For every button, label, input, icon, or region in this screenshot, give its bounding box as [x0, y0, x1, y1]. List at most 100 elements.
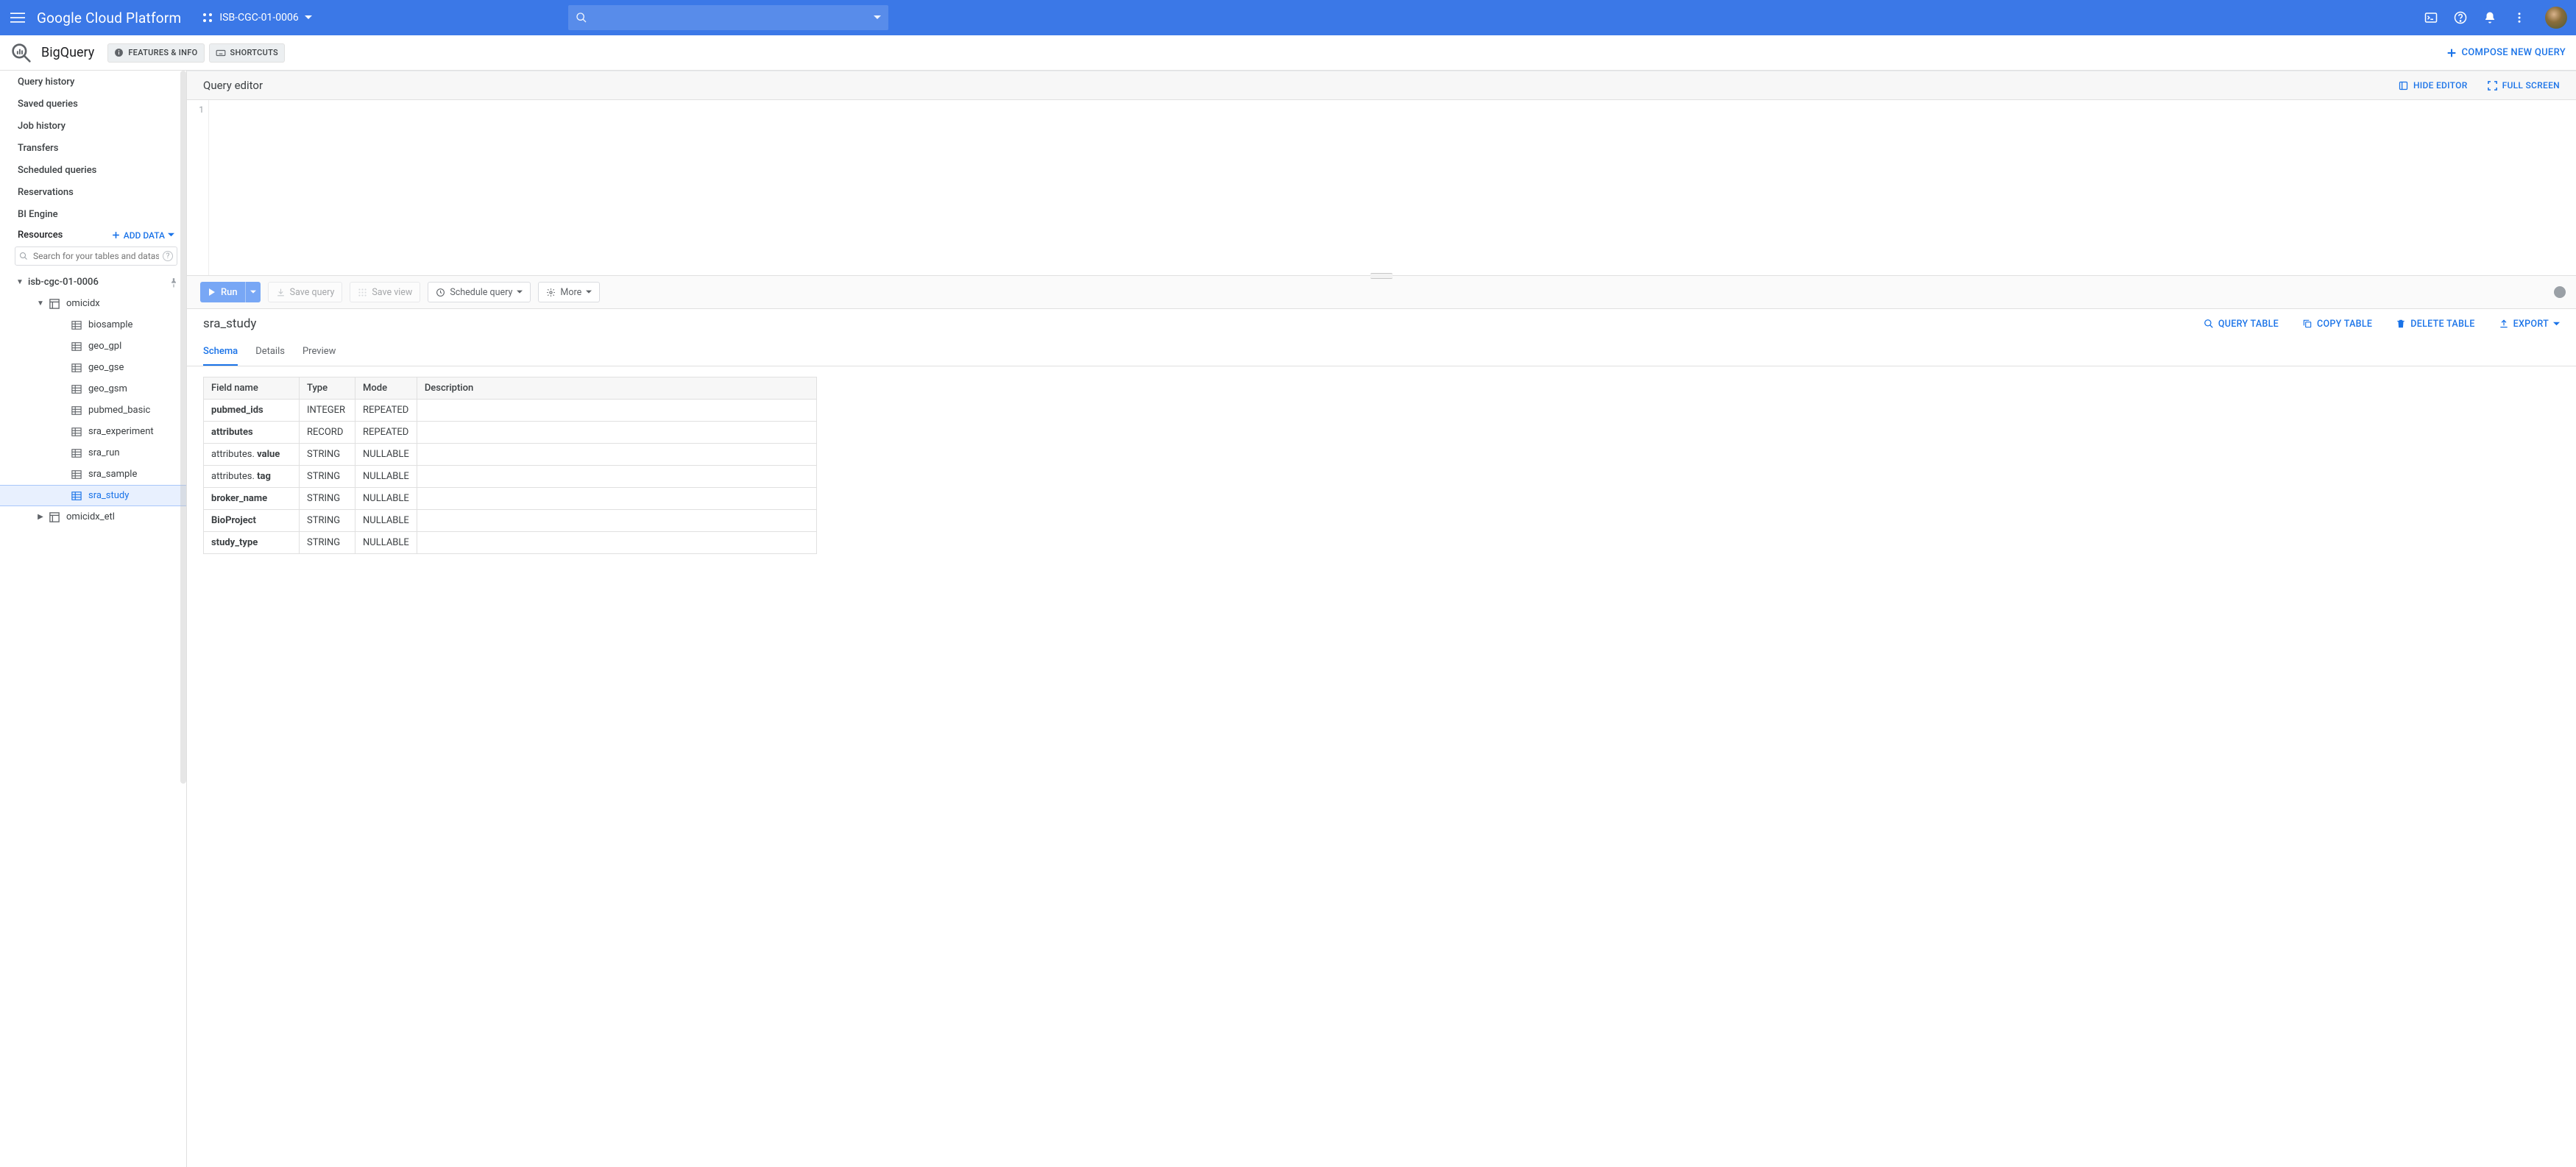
- field-type: RECORD: [300, 422, 355, 444]
- save-view-label: Save view: [372, 287, 412, 298]
- add-data-button[interactable]: ADD DATA: [111, 230, 174, 241]
- query-table-button[interactable]: QUERY TABLE: [2204, 319, 2279, 330]
- schema-row[interactable]: BioProjectSTRINGNULLABLE: [204, 510, 817, 532]
- table-icon: [71, 362, 82, 374]
- table-label: geo_gpl: [88, 341, 121, 352]
- copy-table-button[interactable]: COPY TABLE: [2302, 319, 2372, 330]
- nav-scheduled-queries[interactable]: Scheduled queries: [0, 159, 186, 181]
- hamburger-icon[interactable]: [9, 9, 26, 26]
- nav-transfers[interactable]: Transfers: [0, 137, 186, 159]
- compose-label: COMPOSE NEW QUERY: [2462, 47, 2566, 58]
- delete-table-button[interactable]: DELETE TABLE: [2396, 319, 2474, 330]
- field-mode: NULLABLE: [355, 510, 417, 532]
- fullscreen-button[interactable]: FULL SCREEN: [2487, 80, 2560, 91]
- status-indicator: [2554, 286, 2566, 298]
- tree-table-biosample[interactable]: biosample: [0, 314, 186, 336]
- schema-row[interactable]: attributesRECORDREPEATED: [204, 422, 817, 444]
- grid-icon: [358, 288, 367, 297]
- schedule-query-button[interactable]: Schedule query: [428, 282, 531, 302]
- run-label: Run: [221, 287, 238, 298]
- resource-tree: ▼ isb-cgc-01-0006 ▼ omicidx biosample ge…: [0, 270, 186, 1167]
- compose-new-query-button[interactable]: COMPOSE NEW QUERY: [2446, 47, 2566, 59]
- project-name: ISB-CGC-01-0006: [219, 12, 298, 24]
- more-button[interactable]: More: [538, 282, 600, 302]
- nav-job-history[interactable]: Job history: [0, 115, 186, 137]
- field-name: BioProject: [211, 515, 256, 526]
- export-button[interactable]: EXPORT: [2499, 319, 2560, 330]
- run-button[interactable]: Run: [200, 282, 261, 302]
- expand-arrow-icon[interactable]: ▼: [15, 278, 25, 286]
- scrollbar[interactable]: [180, 71, 186, 784]
- expand-arrow-icon[interactable]: ▼: [35, 299, 46, 308]
- table-panel: sra_study QUERY TABLE COPY TABLE DELETE …: [187, 309, 2576, 1167]
- schema-row[interactable]: broker_nameSTRINGNULLABLE: [204, 488, 817, 510]
- hide-editor-button[interactable]: HIDE EDITOR: [2398, 80, 2468, 91]
- schema-row[interactable]: attributes. valueSTRINGNULLABLE: [204, 444, 817, 466]
- table-label: sra_experiment: [88, 426, 154, 437]
- field-type: STRING: [300, 532, 355, 554]
- tree-dataset-omicidx-etl[interactable]: ▶ omicidx_etl: [0, 506, 186, 528]
- nav-query-history[interactable]: Query history: [0, 71, 186, 93]
- clock-icon: [436, 288, 445, 297]
- schema-table: Field name Type Mode Description pubmed_…: [203, 377, 817, 554]
- resource-search-input[interactable]: [15, 246, 177, 266]
- tab-preview[interactable]: Preview: [302, 340, 336, 366]
- nav-saved-queries[interactable]: Saved queries: [0, 93, 186, 115]
- code-editor[interactable]: 1: [187, 100, 2576, 275]
- tab-schema[interactable]: Schema: [203, 340, 238, 366]
- tree-table-pubmed-basic[interactable]: pubmed_basic: [0, 400, 186, 421]
- platform-title[interactable]: Google Cloud Platform: [37, 10, 181, 26]
- tree-table-geo-gsm[interactable]: geo_gsm: [0, 378, 186, 400]
- field-prefix: attributes.: [211, 449, 257, 460]
- tree-table-sra-sample[interactable]: sra_sample: [0, 464, 186, 485]
- shortcuts-chip[interactable]: SHORTCUTS: [209, 43, 286, 63]
- cloud-shell-icon[interactable]: [2423, 10, 2439, 26]
- nav-reservations[interactable]: Reservations: [0, 181, 186, 203]
- schema-row[interactable]: pubmed_idsINTEGERREPEATED: [204, 400, 817, 422]
- tree-table-geo-gse[interactable]: geo_gse: [0, 357, 186, 378]
- chevron-down-icon: [2553, 321, 2560, 327]
- more-vert-icon[interactable]: [2511, 10, 2527, 26]
- col-desc: Description: [417, 377, 816, 400]
- header-search[interactable]: [568, 5, 888, 30]
- tree-dataset-omicidx[interactable]: ▼ omicidx: [0, 293, 186, 314]
- table-label: geo_gsm: [88, 383, 127, 394]
- expand-arrow-icon[interactable]: ▶: [35, 513, 46, 521]
- tree-table-geo-gpl[interactable]: geo_gpl: [0, 336, 186, 357]
- header-icons: [2423, 7, 2567, 29]
- tree-table-sra-experiment[interactable]: sra_experiment: [0, 421, 186, 442]
- splitter-handle[interactable]: [1370, 273, 1393, 279]
- schema-row[interactable]: study_typeSTRINGNULLABLE: [204, 532, 817, 554]
- run-dropdown[interactable]: [245, 282, 261, 302]
- table-icon: [71, 447, 82, 459]
- field-prefix: attributes.: [211, 471, 257, 482]
- features-info-chip[interactable]: FEATURES & INFO: [107, 43, 204, 63]
- pin-icon[interactable]: [169, 277, 180, 288]
- notifications-icon[interactable]: [2482, 10, 2498, 26]
- field-type: STRING: [300, 488, 355, 510]
- table-title: sra_study: [203, 316, 256, 331]
- tree-table-sra-run[interactable]: sra_run: [0, 442, 186, 464]
- project-selector[interactable]: ISB-CGC-01-0006: [196, 9, 317, 26]
- tab-details[interactable]: Details: [255, 340, 285, 366]
- table-icon: [71, 405, 82, 416]
- table-label: sra_run: [88, 447, 120, 458]
- user-avatar[interactable]: [2545, 7, 2567, 29]
- chevron-down-icon: [168, 232, 174, 238]
- tree-table-sra-study[interactable]: sra_study: [0, 485, 186, 506]
- nav-bi-engine[interactable]: BI Engine: [0, 203, 186, 225]
- help-icon[interactable]: [2452, 10, 2469, 26]
- table-label: biosample: [88, 319, 132, 330]
- line-gutter: 1: [187, 100, 209, 275]
- features-label: FEATURES & INFO: [128, 48, 197, 57]
- table-icon: [71, 469, 82, 480]
- help-icon[interactable]: ?: [163, 251, 173, 261]
- bigquery-logo-icon: [10, 42, 32, 64]
- tree-project[interactable]: ▼ isb-cgc-01-0006: [0, 272, 186, 293]
- dataset-label: omicidx_etl: [66, 511, 115, 522]
- schema-row[interactable]: attributes. tagSTRINGNULLABLE: [204, 466, 817, 488]
- field-mode: NULLABLE: [355, 444, 417, 466]
- field-desc: [417, 510, 816, 532]
- hide-editor-label: HIDE EDITOR: [2413, 80, 2468, 91]
- delete-table-label: DELETE TABLE: [2410, 319, 2474, 330]
